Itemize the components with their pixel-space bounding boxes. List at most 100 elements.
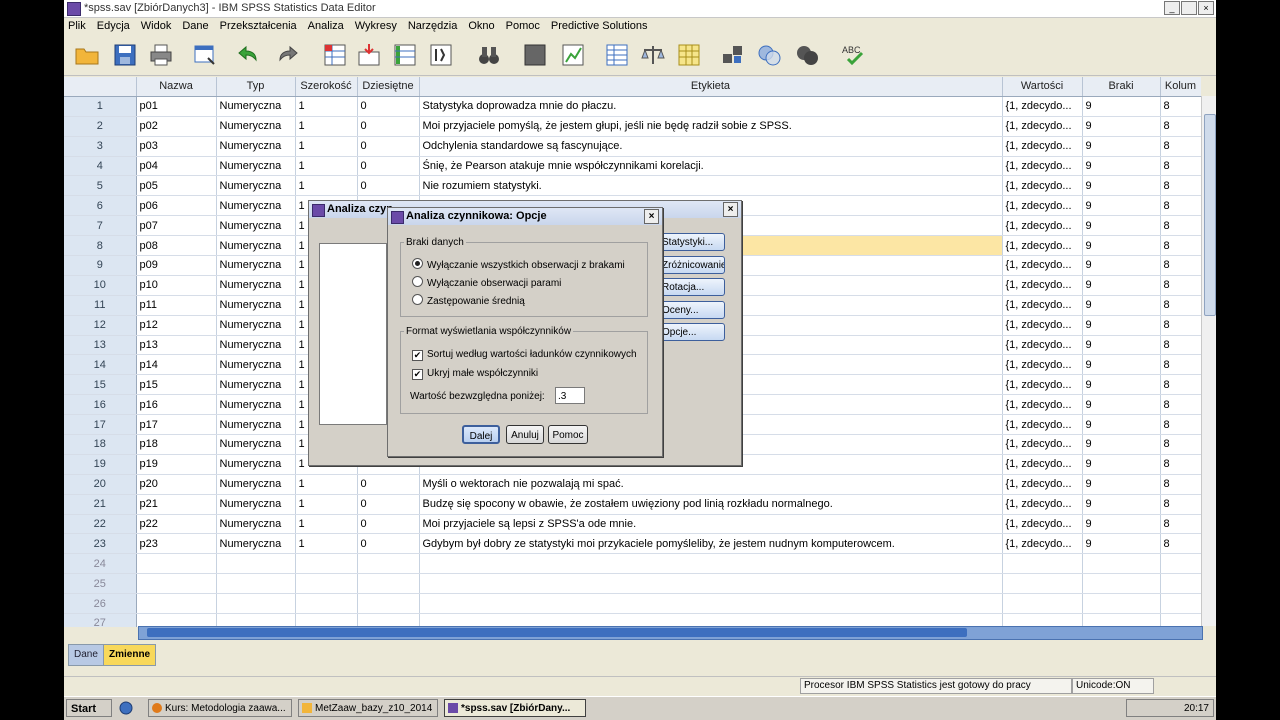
cell-kolumny[interactable]: 8 [1160, 434, 1201, 455]
cell-wartosci[interactable]: {1, zdecydo... [1002, 494, 1083, 515]
cell-braki[interactable]: 9 [1082, 156, 1161, 177]
cell-dziesietne[interactable] [357, 573, 420, 595]
menu-przeksztalcenia[interactable]: Przekształcenia [216, 18, 304, 32]
cell-kolumny[interactable]: 8 [1160, 255, 1201, 276]
cell-typ[interactable]: Numeryczna [216, 533, 296, 555]
menu-plik[interactable]: Plik [64, 18, 93, 32]
cell-braki[interactable]: 9 [1082, 96, 1161, 117]
table-row[interactable]: 23 p23 Numeryczna 1 0 Gdybym był dobry ze sta… [64, 533, 1201, 555]
cell-kolumny[interactable] [1160, 613, 1201, 627]
row-number[interactable]: 14 [64, 354, 137, 376]
cell-braki[interactable]: 9 [1082, 335, 1161, 356]
menu-wykresy[interactable]: Wykresy [351, 18, 404, 32]
row-header-corner[interactable] [64, 77, 137, 97]
cell-szerokosc[interactable]: 1 [295, 175, 358, 197]
absolute-value-input[interactable]: .3 [555, 387, 585, 404]
cell-szerokosc[interactable]: 1 [295, 136, 358, 157]
col-dziesietne[interactable]: Dziesiętne [357, 77, 420, 97]
cell-nazwa[interactable]: p16 [136, 394, 217, 416]
cell-szerokosc[interactable]: 1 [295, 494, 358, 515]
cell-typ[interactable] [216, 573, 296, 595]
row-number[interactable]: 3 [64, 136, 137, 157]
cell-typ[interactable]: Numeryczna [216, 335, 296, 356]
cell-kolumny[interactable]: 8 [1160, 156, 1201, 177]
cell-wartosci[interactable]: {1, zdecydo... [1002, 215, 1083, 237]
horizontal-scrollbar[interactable] [138, 626, 1203, 640]
vertical-scrollbar[interactable] [1201, 96, 1216, 626]
extraction-button[interactable]: Zróżnicowanie... [655, 256, 725, 274]
row-number[interactable]: 23 [64, 533, 137, 555]
table-row[interactable]: 1 p01 Numeryczna 1 0 Statystyka doprowadza mn… [64, 96, 1201, 117]
menu-pomoc[interactable]: Pomoc [502, 18, 547, 32]
cell-dziesietne[interactable]: 0 [357, 474, 420, 495]
row-number[interactable]: 7 [64, 215, 137, 237]
cell-typ[interactable]: Numeryczna [216, 255, 296, 276]
cell-braki[interactable]: 9 [1082, 235, 1161, 257]
cell-nazwa[interactable]: p02 [136, 116, 217, 137]
cell-nazwa[interactable] [136, 613, 217, 627]
desktop-quicklaunch-icon[interactable] [118, 700, 134, 716]
row-number[interactable]: 4 [64, 156, 137, 177]
cell-kolumny[interactable]: 8 [1160, 494, 1201, 515]
cell-braki[interactable]: 9 [1082, 414, 1161, 436]
cell-etykieta[interactable]: Odchylenia standardowe są fascynujące. [419, 136, 1003, 157]
cell-kolumny[interactable]: 8 [1160, 374, 1201, 396]
cell-typ[interactable] [216, 593, 296, 615]
cell-typ[interactable]: Numeryczna [216, 235, 296, 257]
cell-nazwa[interactable]: p05 [136, 175, 217, 197]
print-icon[interactable] [148, 42, 174, 68]
col-typ[interactable]: Typ [216, 77, 296, 97]
row-number[interactable]: 2 [64, 116, 137, 137]
cell-szerokosc[interactable]: 1 [295, 156, 358, 177]
cell-nazwa[interactable]: p18 [136, 434, 217, 455]
radio-exclude-listwise[interactable]: Wyłączanie wszystkich obserwacji z braka… [412, 258, 625, 271]
menu-predictive-solutions[interactable]: Predictive Solutions [547, 18, 655, 32]
row-number[interactable]: 20 [64, 474, 137, 495]
cell-dziesietne[interactable]: 0 [357, 494, 420, 515]
cell-szerokosc[interactable] [295, 573, 358, 595]
cell-typ[interactable]: Numeryczna [216, 116, 296, 137]
row-number[interactable]: 13 [64, 335, 137, 356]
col-kolumny[interactable]: Kolum [1160, 77, 1201, 97]
cell-kolumny[interactable] [1160, 553, 1201, 575]
table-row[interactable]: 3 p03 Numeryczna 1 0 Odchylenia standardowe s… [64, 136, 1201, 157]
cell-kolumny[interactable]: 8 [1160, 96, 1201, 117]
cell-nazwa[interactable]: p01 [136, 96, 217, 117]
menu-dane[interactable]: Dane [178, 18, 215, 32]
row-number[interactable]: 17 [64, 414, 137, 436]
cell-dziesietne[interactable] [357, 553, 420, 575]
variables-icon[interactable] [392, 42, 418, 68]
spell-check-icon[interactable]: ABC [840, 42, 866, 68]
cell-wartosci[interactable]: {1, zdecydo... [1002, 175, 1083, 197]
cell-kolumny[interactable]: 8 [1160, 215, 1201, 237]
task-spss[interactable]: *spss.sav [ZbiórDany... [444, 699, 586, 717]
cell-braki[interactable]: 9 [1082, 374, 1161, 396]
checkbox-suppress-small[interactable]: ✔ Ukryj małe współczynniki [412, 368, 538, 380]
cell-kolumny[interactable] [1160, 593, 1201, 615]
cell-nazwa[interactable]: p19 [136, 454, 217, 475]
cell-wartosci[interactable]: {1, zdecydo... [1002, 156, 1083, 177]
col-etykieta[interactable]: Etykieta [419, 77, 1003, 97]
tab-dane[interactable]: Dane [68, 644, 104, 666]
menu-okno[interactable]: Okno [464, 18, 501, 32]
save-icon[interactable] [112, 42, 138, 68]
cell-wartosci[interactable]: {1, zdecydo... [1002, 195, 1083, 217]
cell-etykieta[interactable] [419, 613, 1003, 627]
cell-braki[interactable]: 9 [1082, 255, 1161, 276]
cell-etykieta[interactable]: Nie rozumiem statystyki. [419, 175, 1003, 197]
cell-typ[interactable]: Numeryczna [216, 156, 296, 177]
rotation-button[interactable]: Rotacja... [655, 278, 725, 296]
row-number[interactable]: 10 [64, 275, 137, 296]
table-row[interactable]: 25 [64, 573, 1201, 595]
cell-kolumny[interactable]: 8 [1160, 394, 1201, 416]
cell-dziesietne[interactable]: 0 [357, 175, 420, 197]
cell-wartosci[interactable]: {1, zdecydo... [1002, 255, 1083, 276]
row-number[interactable]: 15 [64, 374, 137, 396]
cell-szerokosc[interactable]: 1 [295, 96, 358, 117]
cell-nazwa[interactable]: p03 [136, 136, 217, 157]
cell-typ[interactable] [216, 553, 296, 575]
cell-wartosci[interactable]: {1, zdecydo... [1002, 474, 1083, 495]
cell-kolumny[interactable]: 8 [1160, 514, 1201, 535]
cell-etykieta[interactable]: Myśli o wektorach nie pozwalają mi spać. [419, 474, 1003, 495]
cell-kolumny[interactable]: 8 [1160, 474, 1201, 495]
